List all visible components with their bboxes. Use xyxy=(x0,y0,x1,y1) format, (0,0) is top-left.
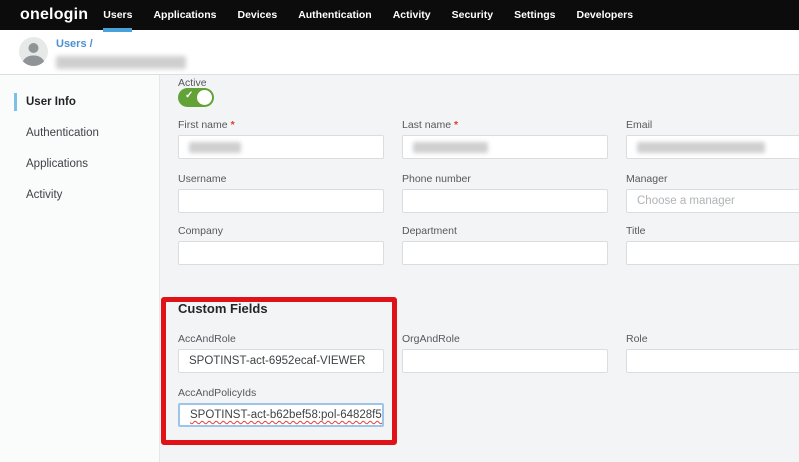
nav-tab-security[interactable]: Security xyxy=(452,0,493,30)
department-input[interactable] xyxy=(402,241,608,265)
org-and-role-input[interactable] xyxy=(402,349,608,373)
username-label: Username xyxy=(178,173,384,186)
field-company: Company xyxy=(178,225,384,265)
redacted-username xyxy=(56,56,186,69)
email-input[interactable] xyxy=(626,135,799,159)
sidebar-item-authentication[interactable]: Authentication xyxy=(14,124,159,142)
username-input[interactable] xyxy=(178,189,384,213)
field-email: Email xyxy=(626,119,799,159)
field-first-name: First name* xyxy=(178,119,384,159)
nav-tab-authentication[interactable]: Authentication xyxy=(298,0,372,30)
sidebar-item-user-info[interactable]: User Info xyxy=(14,93,159,111)
phone-number-label: Phone number xyxy=(402,173,608,186)
acc-and-role-input[interactable]: SPOTINST-act-6952ecaf-VIEWER xyxy=(178,349,384,373)
sidebar: User Info Authentication Applications Ac… xyxy=(0,75,160,462)
first-name-input[interactable] xyxy=(178,135,384,159)
active-toggle[interactable]: ✓ xyxy=(178,88,214,107)
role-label: Role xyxy=(626,333,799,346)
field-department: Department xyxy=(402,225,608,265)
onelogin-logo[interactable]: onelogin xyxy=(20,6,88,24)
top-navbar: onelogin Users Applications Devices Auth… xyxy=(0,0,799,30)
role-input[interactable] xyxy=(626,349,799,373)
department-label: Department xyxy=(402,225,608,238)
required-asterisk: * xyxy=(454,119,458,131)
check-icon: ✓ xyxy=(185,90,193,101)
field-acc-and-role: AccAndRole SPOTINST-act-6952ecaf-VIEWER xyxy=(178,333,384,373)
first-name-label: First name* xyxy=(178,119,384,132)
field-phone-number: Phone number xyxy=(402,173,608,213)
field-manager: Manager Choose a manager xyxy=(626,173,799,213)
manager-select[interactable]: Choose a manager xyxy=(626,189,799,213)
required-asterisk: * xyxy=(231,119,235,131)
nav-items: Users Applications Devices Authenticatio… xyxy=(103,0,633,30)
redacted-first-name xyxy=(189,142,241,153)
manager-label: Manager xyxy=(626,173,799,186)
acc-and-policy-ids-label: AccAndPolicyIds xyxy=(178,387,384,400)
nav-tab-settings[interactable]: Settings xyxy=(514,0,555,30)
redacted-email xyxy=(637,142,765,153)
company-input[interactable] xyxy=(178,241,384,265)
nav-tab-users[interactable]: Users xyxy=(103,0,132,30)
title-input[interactable] xyxy=(626,241,799,265)
nav-tab-activity[interactable]: Activity xyxy=(393,0,431,30)
nav-tab-developers[interactable]: Developers xyxy=(576,0,633,30)
onelogin-user-profile-screen: onelogin Users Applications Devices Auth… xyxy=(0,0,799,462)
field-last-name: Last name* xyxy=(402,119,608,159)
manager-placeholder: Choose a manager xyxy=(637,195,735,207)
last-name-input[interactable] xyxy=(402,135,608,159)
acc-and-role-label: AccAndRole xyxy=(178,333,384,346)
breadcrumb-users-link[interactable]: Users / xyxy=(56,38,93,50)
field-title: Title xyxy=(626,225,799,265)
field-acc-and-policy-ids: AccAndPolicyIds SPOTINST-act-b62bef58:po… xyxy=(178,387,384,427)
sidebar-item-activity[interactable]: Activity xyxy=(14,186,159,204)
org-and-role-label: OrgAndRole xyxy=(402,333,608,346)
custom-fields-heading: Custom Fields xyxy=(178,301,268,316)
redacted-last-name xyxy=(413,142,488,153)
avatar xyxy=(19,37,48,66)
field-org-and-role: OrgAndRole xyxy=(402,333,608,373)
nav-tab-devices[interactable]: Devices xyxy=(237,0,277,30)
company-label: Company xyxy=(178,225,384,238)
phone-number-input[interactable] xyxy=(402,189,608,213)
title-label: Title xyxy=(626,225,799,238)
last-name-label: Last name* xyxy=(402,119,608,132)
page-header: Users / xyxy=(0,30,799,75)
field-role: Role xyxy=(626,333,799,373)
nav-tab-applications[interactable]: Applications xyxy=(153,0,216,30)
user-info-form: Active ✓ First name* Last name* Email Us… xyxy=(160,75,799,462)
acc-and-policy-ids-input[interactable]: SPOTINST-act-b62bef58:pol-64828f58 xyxy=(178,403,384,427)
sidebar-item-applications[interactable]: Applications xyxy=(14,155,159,173)
email-label: Email xyxy=(626,119,799,132)
person-icon xyxy=(19,37,48,66)
field-username: Username xyxy=(178,173,384,213)
toggle-knob xyxy=(197,90,212,105)
